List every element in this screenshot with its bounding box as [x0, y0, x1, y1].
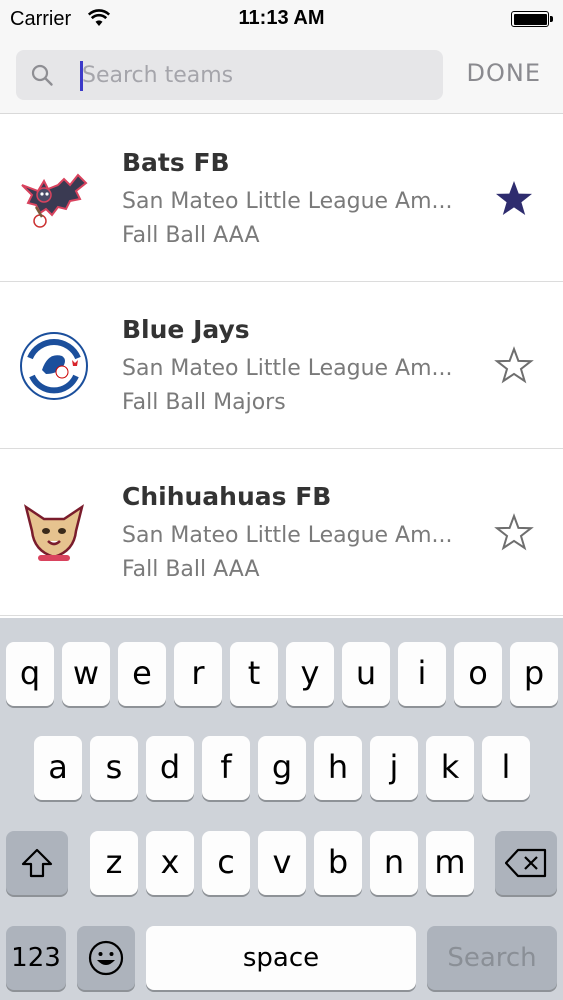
- team-row-blue-jays[interactable]: Blue Jays San Mateo Little League Am... …: [0, 282, 563, 449]
- done-button[interactable]: DONE: [467, 59, 542, 87]
- bat-logo-icon: [21, 173, 88, 228]
- key-a[interactable]: a: [34, 736, 82, 800]
- team-list: Bats FB San Mateo Little League Am... Fa…: [0, 115, 563, 616]
- search-box[interactable]: [16, 50, 443, 100]
- key-n[interactable]: n: [370, 831, 418, 895]
- key-y[interactable]: y: [286, 642, 334, 706]
- toronto-blue-jays-logo-icon: [20, 332, 88, 400]
- chihuahua-logo-icon: [24, 504, 84, 561]
- team-name: Blue Jays: [122, 315, 250, 344]
- key-c[interactable]: c: [202, 831, 250, 895]
- team-row-bats-fb[interactable]: Bats FB San Mateo Little League Am... Fa…: [0, 115, 563, 282]
- key-p[interactable]: p: [510, 642, 558, 706]
- star-filled-icon[interactable]: [494, 179, 534, 219]
- shift-key[interactable]: [6, 831, 68, 895]
- team-division: Fall Ball Majors: [122, 390, 286, 415]
- key-z[interactable]: z: [90, 831, 138, 895]
- team-name: Chihuahuas FB: [122, 482, 332, 511]
- key-t[interactable]: t: [230, 642, 278, 706]
- emoji-key[interactable]: [77, 926, 135, 990]
- team-division: Fall Ball AAA: [122, 557, 260, 582]
- key-f[interactable]: f: [202, 736, 250, 800]
- search-header: DONE: [0, 38, 563, 114]
- delete-key[interactable]: [495, 831, 557, 895]
- team-league: San Mateo Little League Am...: [122, 356, 453, 381]
- battery-icon: [511, 11, 553, 27]
- key-r[interactable]: r: [174, 642, 222, 706]
- key-g[interactable]: g: [258, 736, 306, 800]
- star-outline-icon[interactable]: [494, 513, 534, 553]
- key-u[interactable]: u: [342, 642, 390, 706]
- space-key[interactable]: space: [146, 926, 416, 990]
- team-row-chihuahuas-fb[interactable]: Chihuahuas FB San Mateo Little League Am…: [0, 449, 563, 616]
- team-name: Bats FB: [122, 148, 230, 177]
- emoji-icon: [88, 940, 124, 976]
- key-w[interactable]: w: [62, 642, 110, 706]
- team-league: San Mateo Little League Am...: [122, 523, 453, 548]
- keyboard: q w e r t y u i o p a s d f g h j k l z …: [0, 618, 563, 1000]
- clock: 11:13 AM: [238, 7, 325, 29]
- key-q[interactable]: q: [6, 642, 54, 706]
- key-o[interactable]: o: [454, 642, 502, 706]
- key-x[interactable]: x: [146, 831, 194, 895]
- key-m[interactable]: m: [426, 831, 474, 895]
- key-l[interactable]: l: [482, 736, 530, 800]
- status-bar: Carrier 11:13 AM: [0, 0, 563, 38]
- text-caret: [80, 61, 83, 91]
- search-key[interactable]: Search: [427, 926, 557, 990]
- shift-icon: [21, 848, 53, 878]
- team-league: San Mateo Little League Am...: [122, 189, 453, 214]
- key-i[interactable]: i: [398, 642, 446, 706]
- key-s[interactable]: s: [90, 736, 138, 800]
- key-v[interactable]: v: [258, 831, 306, 895]
- numbers-key[interactable]: 123: [6, 926, 66, 990]
- key-k[interactable]: k: [426, 736, 474, 800]
- star-outline-icon[interactable]: [494, 346, 534, 386]
- key-e[interactable]: e: [118, 642, 166, 706]
- team-division: Fall Ball AAA: [122, 223, 260, 248]
- key-h[interactable]: h: [314, 736, 362, 800]
- key-j[interactable]: j: [370, 736, 418, 800]
- key-b[interactable]: b: [314, 831, 362, 895]
- search-input[interactable]: [82, 58, 422, 92]
- key-d[interactable]: d: [146, 736, 194, 800]
- search-icon: [31, 64, 53, 86]
- delete-icon: [504, 848, 547, 878]
